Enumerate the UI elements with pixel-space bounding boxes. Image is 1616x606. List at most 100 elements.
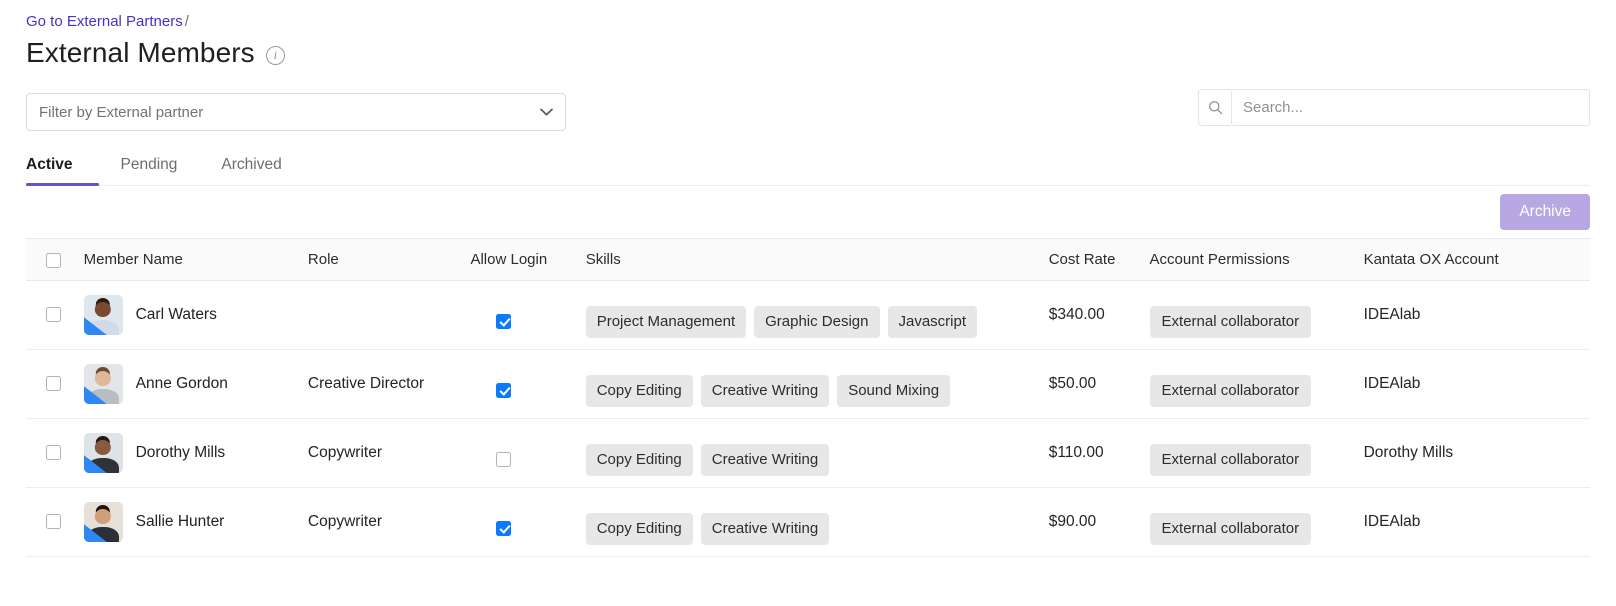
column-header-cost-rate[interactable]: Cost Rate	[1048, 238, 1150, 281]
column-header-skills[interactable]: Skills	[585, 238, 1049, 281]
row-select-cell	[26, 487, 84, 557]
kantata-account-cell: IDEAlab	[1363, 349, 1590, 419]
skills-cell: Copy Editing Creative Writing	[585, 418, 1049, 488]
account-permissions-cell: External collaborator	[1149, 349, 1364, 419]
role-value: Creative Director	[307, 375, 425, 392]
member: Dorothy Mills	[83, 433, 308, 473]
cost-rate-cell: $50.00	[1048, 349, 1150, 419]
search-icon-glyph	[1208, 101, 1222, 115]
action-bar: Archive	[26, 186, 1590, 238]
table-body: Carl Waters Project Management Graphic De…	[26, 280, 1590, 557]
search-input[interactable]	[1231, 89, 1590, 126]
info-icon[interactable]: i	[265, 45, 285, 65]
cost-rate-cell: $110.00	[1048, 418, 1150, 488]
skill-chip[interactable]: Copy Editing	[585, 512, 693, 545]
skill-chips: Copy Editing Creative Writing Sound Mixing	[585, 374, 1049, 407]
account-permission-chip[interactable]: External collaborator	[1149, 305, 1312, 338]
account-permission-chip[interactable]: External collaborator	[1149, 443, 1312, 476]
allow-login-cell	[470, 418, 586, 488]
account-permissions-cell: External collaborator	[1149, 418, 1364, 488]
skill-chip[interactable]: Copy Editing	[585, 374, 693, 407]
info-icon-glyph: i	[273, 48, 277, 62]
table-row[interactable]: Dorothy Mills Copywriter Copy Editing Cre…	[26, 418, 1590, 488]
member-name: Anne Gordon	[135, 375, 228, 392]
table-header-row: Member Name Role Allow Login Skills Cost…	[26, 238, 1590, 281]
breadcrumb-separator: /	[184, 13, 189, 30]
account-permissions-cell: External collaborator	[1149, 487, 1364, 557]
column-header-allow-login[interactable]: Allow Login	[470, 238, 586, 281]
allow-login-checkbox[interactable]	[496, 520, 512, 536]
allow-login-checkbox[interactable]	[496, 382, 512, 398]
table-row[interactable]: Carl Waters Project Management Graphic De…	[26, 280, 1590, 350]
member-name: Sallie Hunter	[135, 513, 225, 530]
column-header-account-permissions[interactable]: Account Permissions	[1149, 238, 1364, 281]
allow-login-checkbox[interactable]	[496, 313, 512, 329]
role-cell: Creative Director	[307, 349, 471, 419]
skill-chip[interactable]: Creative Writing	[700, 374, 830, 407]
allow-login-cell	[470, 487, 586, 557]
row-select-checkbox[interactable]	[46, 445, 61, 461]
account-permissions-cell: External collaborator	[1149, 280, 1364, 350]
member-name: Dorothy Mills	[135, 444, 226, 461]
title-row: External Members i	[26, 37, 1590, 69]
table-row[interactable]: Anne Gordon Creative Director Copy Editi…	[26, 349, 1590, 419]
cost-rate-cell: $90.00	[1048, 487, 1150, 557]
table-row[interactable]: Sallie Hunter Copywriter Copy Editing Cre…	[26, 487, 1590, 557]
member: Carl Waters	[83, 295, 308, 335]
row-select-checkbox[interactable]	[46, 514, 61, 530]
allow-login-cell	[470, 349, 586, 419]
tab-archived[interactable]: Archived	[199, 156, 303, 185]
external-partner-filter-select[interactable]: Filter by External partner	[26, 93, 566, 131]
skills-cell: Project Management Graphic Design Javascri…	[585, 280, 1049, 350]
column-header-role[interactable]: Role	[307, 238, 471, 281]
skill-chip[interactable]: Creative Writing	[700, 512, 830, 545]
column-header-kantata-ox-account[interactable]: Kantata OX Account	[1363, 238, 1590, 281]
role-value: Copywriter	[307, 444, 382, 461]
role-cell: Copywriter	[307, 418, 471, 488]
member-name-cell: Sallie Hunter	[83, 487, 308, 557]
row-select-checkbox[interactable]	[46, 376, 61, 392]
cost-rate-value: $90.00	[1048, 513, 1097, 530]
kantata-account-value: IDEAlab	[1363, 513, 1421, 530]
skill-chip[interactable]: Creative Writing	[700, 443, 830, 476]
tabs: Active Pending Archived	[26, 156, 1590, 186]
breadcrumb-link-external-partners[interactable]: Go to External Partners	[26, 13, 183, 30]
kantata-account-value: IDEAlab	[1363, 306, 1421, 323]
column-header-select	[26, 238, 84, 281]
allow-login-cell	[470, 280, 586, 350]
row-select-cell	[26, 418, 84, 488]
member-name-cell: Dorothy Mills	[83, 418, 308, 488]
skill-chip[interactable]: Javascript	[887, 305, 978, 338]
skill-chip[interactable]: Sound Mixing	[837, 374, 951, 407]
skills-cell: Copy Editing Creative Writing	[585, 487, 1049, 557]
cost-rate-value: $50.00	[1048, 375, 1097, 392]
kantata-account-value: IDEAlab	[1363, 375, 1421, 392]
archive-button[interactable]: Archive	[1500, 194, 1590, 230]
external-members-page: Go to External Partners / External Member…	[0, 0, 1616, 606]
avatar	[83, 364, 123, 404]
kantata-account-value: Dorothy Mills	[1363, 444, 1454, 461]
skill-chip[interactable]: Graphic Design	[754, 305, 880, 338]
select-all-checkbox[interactable]	[46, 252, 61, 268]
allow-login-checkbox[interactable]	[496, 451, 512, 467]
row-select-cell	[26, 280, 84, 350]
avatar	[83, 502, 123, 542]
role-cell: Copywriter	[307, 487, 471, 557]
search-icon[interactable]	[1198, 89, 1231, 126]
member-name: Carl Waters	[135, 306, 217, 323]
account-permission-chip[interactable]: External collaborator	[1149, 374, 1312, 407]
table-header: Member Name Role Allow Login Skills Cost…	[26, 238, 1590, 281]
column-header-member-name[interactable]: Member Name	[83, 238, 308, 281]
tab-active[interactable]: Active	[26, 156, 99, 186]
skill-chips: Copy Editing Creative Writing	[585, 443, 1049, 476]
role-cell	[307, 280, 471, 350]
chevron-down-icon	[540, 108, 553, 116]
row-select-checkbox[interactable]	[46, 307, 61, 323]
tab-pending[interactable]: Pending	[99, 156, 200, 185]
skill-chip[interactable]: Copy Editing	[585, 443, 693, 476]
account-permission-chip[interactable]: External collaborator	[1149, 512, 1312, 545]
skill-chip[interactable]: Project Management	[585, 305, 747, 338]
page-title: External Members	[26, 37, 255, 68]
kantata-account-cell: Dorothy Mills	[1363, 418, 1590, 488]
row-select-cell	[26, 349, 84, 419]
